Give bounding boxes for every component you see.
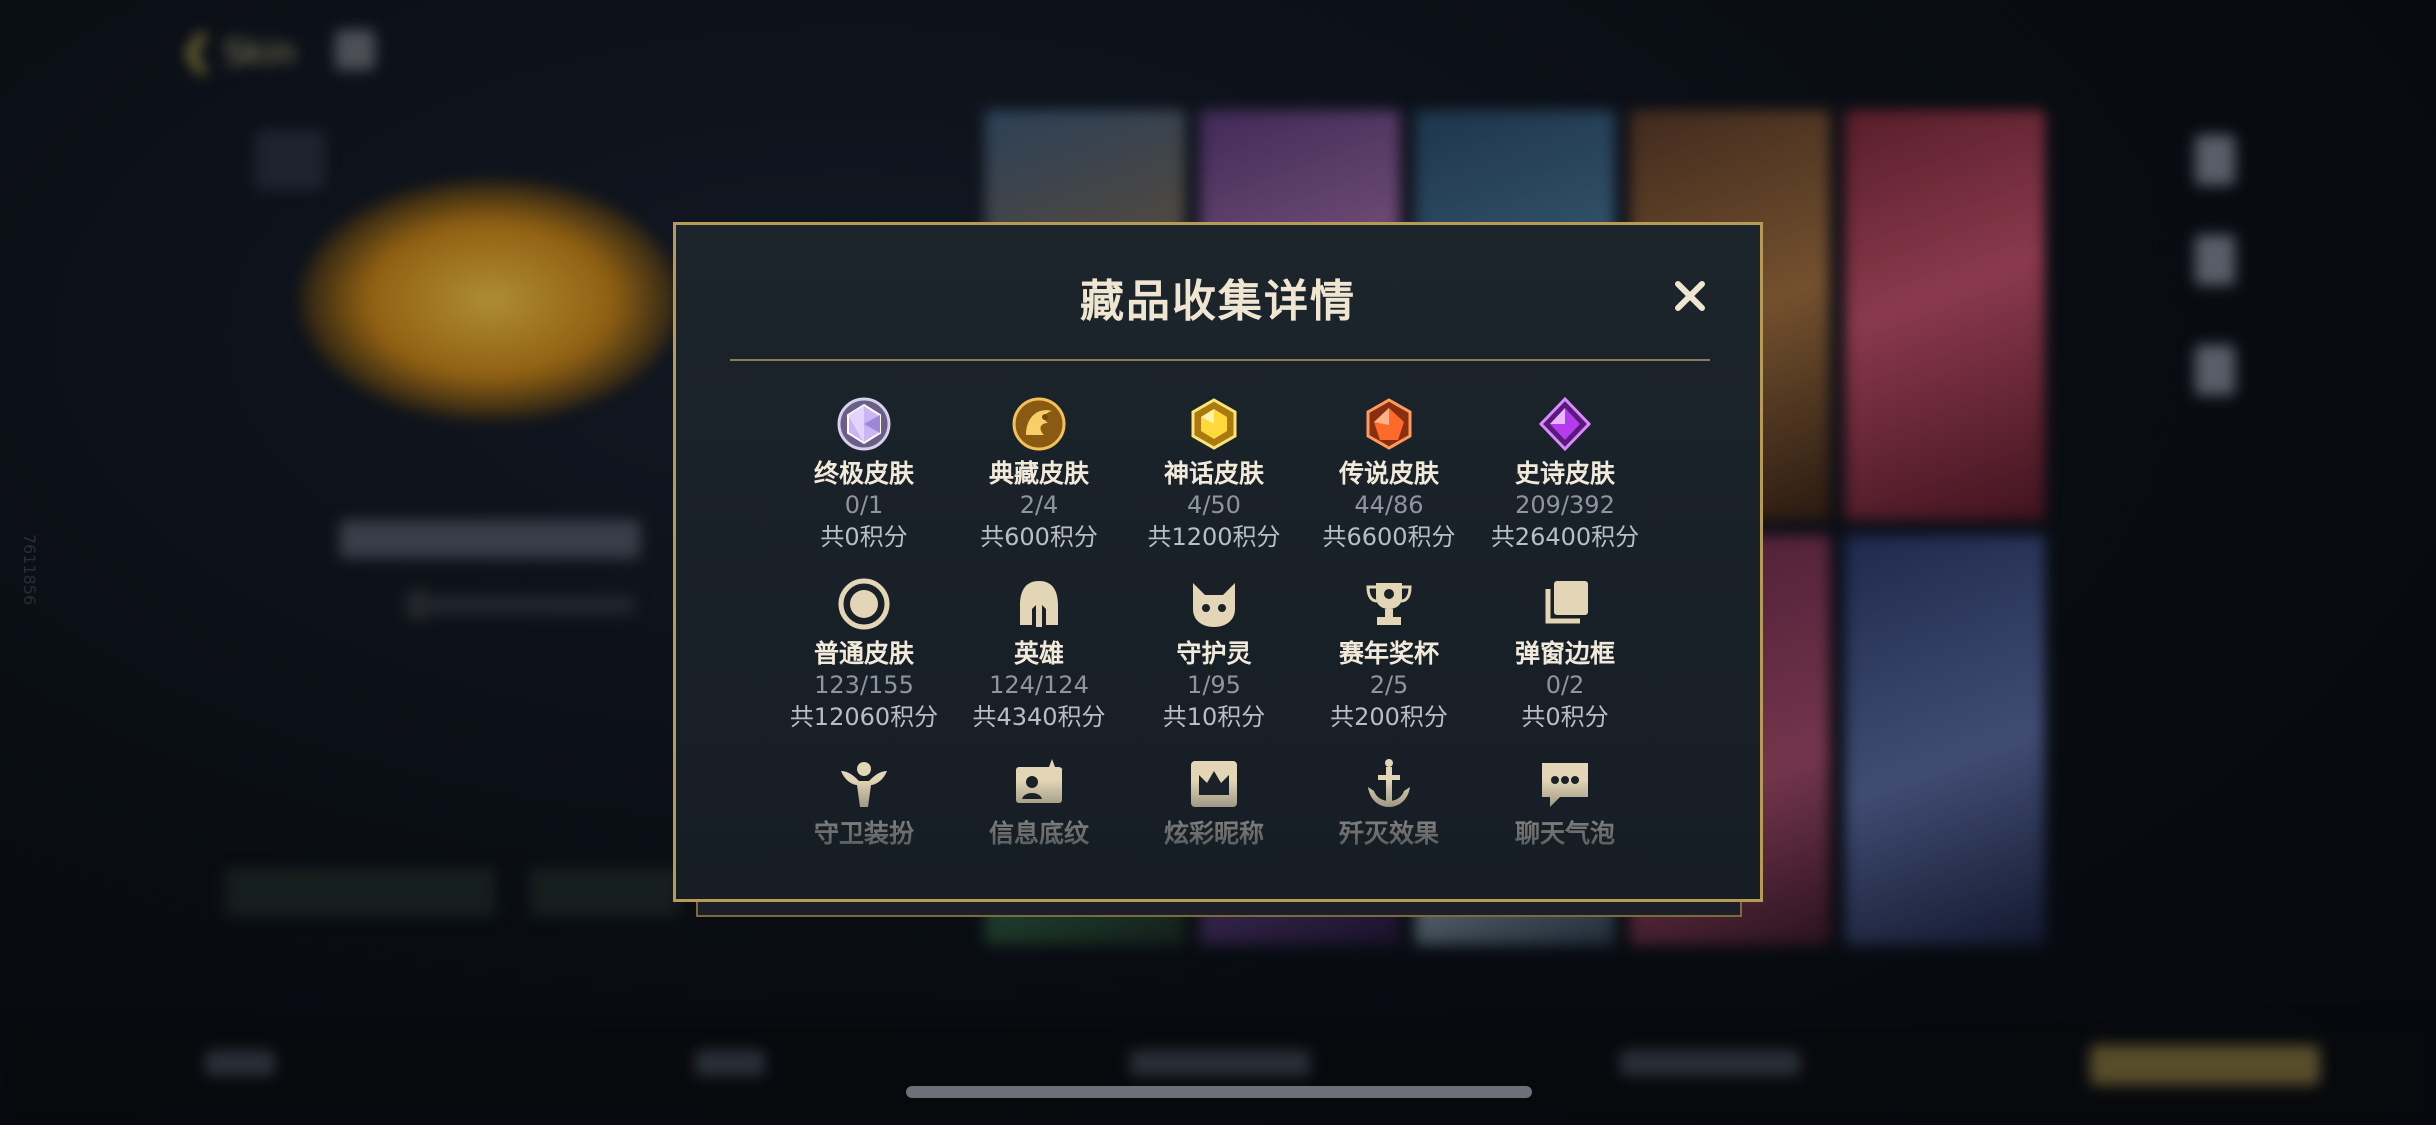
collection-item-normal[interactable]: 普通皮肤 123/155 共12060积分 bbox=[774, 575, 954, 733]
collection-item-label: 守护灵 bbox=[1176, 639, 1252, 668]
collection-item-points: 共10积分 bbox=[1162, 703, 1266, 731]
ward-skin-icon bbox=[835, 755, 893, 813]
collection-item-points: 共6600积分 bbox=[1322, 523, 1456, 551]
collection-item-label: 普通皮肤 bbox=[813, 639, 914, 668]
collection-item-ultimate[interactable]: 终极皮肤 0/1 共0积分 bbox=[774, 395, 954, 553]
collection-item-label: 史诗皮肤 bbox=[1514, 459, 1615, 488]
collection-item-points: 共26400积分 bbox=[1490, 523, 1640, 551]
collection-item-label: 信息底纹 bbox=[988, 819, 1089, 848]
collection-item-label: 英雄 bbox=[1013, 639, 1064, 668]
collection-item-nickname[interactable]: 炫彩昵称 bbox=[1124, 755, 1304, 849]
epic-gem-icon bbox=[1536, 395, 1594, 453]
popup-frame-icon bbox=[1536, 575, 1594, 633]
collection-item-count: 2/5 bbox=[1369, 671, 1409, 699]
collection-item-hero[interactable]: 英雄 124/124 共4340积分 bbox=[949, 575, 1129, 733]
collection-item-label: 传说皮肤 bbox=[1338, 459, 1439, 488]
collection-item-points: 共600积分 bbox=[980, 523, 1098, 551]
collection-item-legendary[interactable]: 传说皮肤 44/86 共6600积分 bbox=[1299, 395, 1479, 553]
collection-item-banner[interactable]: 信息底纹 bbox=[949, 755, 1129, 849]
collection-item-points: 共0积分 bbox=[820, 523, 908, 551]
collection-item-count: 0/1 bbox=[844, 491, 884, 519]
collection-item-label: 弹窗边框 bbox=[1514, 639, 1615, 668]
collection-grid: 终极皮肤 0/1 共0积分 典藏皮肤 2/4 共600积分 神话皮肤 4/50 共1200积分传… bbox=[676, 225, 1760, 899]
collection-item-count: 124/124 bbox=[989, 671, 1089, 699]
anchor-effect-icon bbox=[1360, 755, 1418, 813]
collection-item-count: 4/50 bbox=[1187, 491, 1241, 519]
collection-item-points: 共1200积分 bbox=[1147, 523, 1281, 551]
collection-item-popup[interactable]: 弹窗边框 0/2 共0积分 bbox=[1475, 575, 1655, 733]
collection-item-chat[interactable]: 聊天气泡 bbox=[1475, 755, 1655, 849]
mythic-gem-icon bbox=[1185, 395, 1243, 453]
collection-item-points: 共4340积分 bbox=[972, 703, 1106, 731]
collection-item-trophy[interactable]: 赛年奖杯 2/5 共200积分 bbox=[1299, 575, 1479, 733]
collection-item-execution[interactable]: 歼灭效果 bbox=[1299, 755, 1479, 849]
collection-item-ward[interactable]: 守卫装扮 bbox=[774, 755, 954, 849]
collection-item-label: 神话皮肤 bbox=[1163, 459, 1264, 488]
prestige-dragon-icon bbox=[1010, 395, 1068, 453]
home-indicator[interactable] bbox=[906, 1086, 1532, 1098]
guardian-creature-icon bbox=[1185, 575, 1243, 633]
collection-item-label: 典藏皮肤 bbox=[988, 459, 1089, 488]
collection-item-count: 44/86 bbox=[1354, 491, 1424, 519]
collection-item-label: 守卫装扮 bbox=[813, 819, 914, 848]
collection-item-points: 共12060积分 bbox=[789, 703, 939, 731]
collection-item-count: 2/4 bbox=[1019, 491, 1059, 519]
collection-item-points: 共200积分 bbox=[1330, 703, 1448, 731]
collection-item-epic[interactable]: 史诗皮肤 209/392 共26400积分 bbox=[1475, 395, 1655, 553]
trophy-icon bbox=[1360, 575, 1418, 633]
legendary-gem-icon bbox=[1360, 395, 1418, 453]
collection-item-label: 聊天气泡 bbox=[1514, 819, 1615, 848]
collection-item-guardian[interactable]: 守护灵 1/95 共10积分 bbox=[1124, 575, 1304, 733]
collection-item-count: 0/2 bbox=[1545, 671, 1585, 699]
collection-item-label: 歼灭效果 bbox=[1338, 819, 1439, 848]
profile-banner-icon bbox=[1010, 755, 1068, 813]
collection-details-modal: 藏品收集详情 终极皮肤 0/1 共0积分 典藏皮肤 2/4 共600积分 神话皮肤 4/50 共… bbox=[673, 222, 1763, 902]
collection-item-label: 赛年奖杯 bbox=[1338, 639, 1439, 668]
helmet-icon bbox=[1010, 575, 1068, 633]
collection-item-points: 共0积分 bbox=[1521, 703, 1609, 731]
chat-bubble-icon bbox=[1536, 755, 1594, 813]
collection-item-count: 1/95 bbox=[1187, 671, 1241, 699]
collection-item-prestige[interactable]: 典藏皮肤 2/4 共600积分 bbox=[949, 395, 1129, 553]
collection-item-label: 终极皮肤 bbox=[813, 459, 914, 488]
collection-item-count: 209/392 bbox=[1515, 491, 1615, 519]
crown-nameplate-icon bbox=[1185, 755, 1243, 813]
game-screen: ❮ Skin 7611856 藏品收集详情 终极皮肤 0/1 共0积分 典藏皮肤… bbox=[0, 0, 2436, 1125]
collection-item-count: 123/155 bbox=[814, 671, 914, 699]
collection-item-mythic[interactable]: 神话皮肤 4/50 共1200积分 bbox=[1124, 395, 1304, 553]
normal-skin-ring-icon bbox=[835, 575, 893, 633]
ultimate-skin-gem-icon bbox=[835, 395, 893, 453]
collection-item-label: 炫彩昵称 bbox=[1163, 819, 1264, 848]
